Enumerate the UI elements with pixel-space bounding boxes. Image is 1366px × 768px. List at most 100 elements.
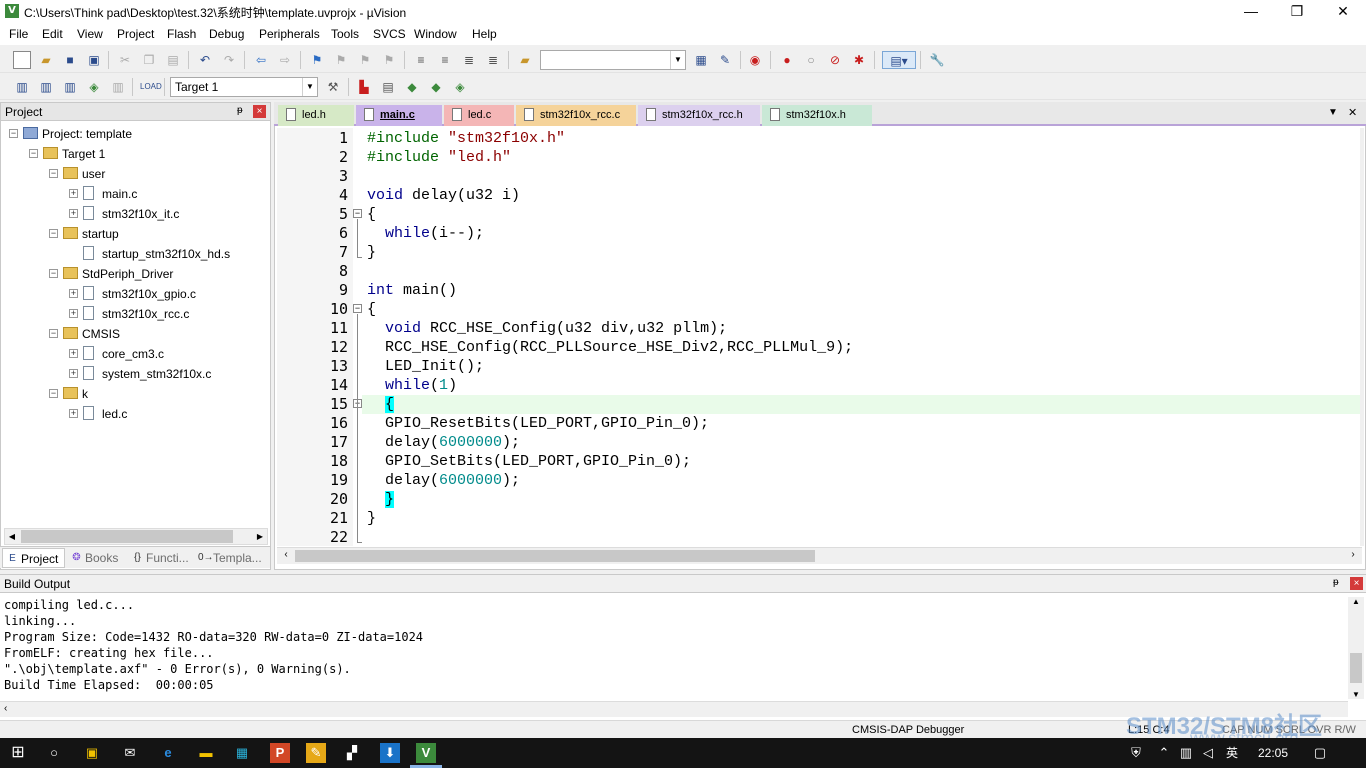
menu-project[interactable]: Project (117, 27, 154, 41)
pin-icon[interactable]: ᵽ (1333, 577, 1339, 588)
editor-tab[interactable]: led.c (444, 105, 514, 126)
tree-item[interactable]: + led.c (1, 404, 268, 424)
menu-tools[interactable]: Tools (331, 27, 359, 41)
cut-icon[interactable]: ✂ (116, 51, 134, 69)
new-file-icon[interactable] (13, 51, 31, 69)
target-select[interactable]: Target 1 ▼ (170, 77, 318, 97)
batch-build-icon[interactable]: ◈ (85, 78, 103, 96)
chevron-down-icon[interactable]: ▼ (670, 51, 685, 69)
save-icon[interactable]: ■ (61, 51, 79, 69)
tab-books[interactable]: ❂ Books (67, 548, 125, 568)
editor-horizontal-scrollbar[interactable]: ‹ › (277, 547, 1362, 564)
scroll-left-icon[interactable]: ‹ (4, 703, 7, 714)
configure-wrench-icon[interactable]: 🔧 (928, 51, 946, 69)
window-layout-icon[interactable]: ▤▾ (882, 51, 916, 69)
maximize-button[interactable]: ❐ (1274, 0, 1320, 23)
close-panel-icon[interactable]: × (1350, 577, 1363, 590)
find-combobox[interactable]: ▼ (540, 50, 686, 70)
menu-flash[interactable]: Flash (167, 27, 196, 41)
next-bookmark-icon[interactable]: ⚑ (356, 51, 374, 69)
build-vertical-scrollbar[interactable]: ▲ ▼ (1348, 597, 1364, 699)
tree-item[interactable]: + core_cm3.c (1, 344, 268, 364)
menu-help[interactable]: Help (472, 27, 497, 41)
project-horizontal-scrollbar[interactable]: ◀ ▶ (4, 528, 268, 545)
redo-icon[interactable]: ↷ (220, 51, 238, 69)
open-folder-icon[interactable]: ▰ (37, 51, 55, 69)
download-app-icon[interactable]: ⬇ (380, 743, 400, 763)
tab-list-icon[interactable]: ▼ (1328, 107, 1338, 118)
collapse-icon[interactable]: − (49, 169, 58, 178)
tree-item[interactable]: + stm32f10x_gpio.c (1, 284, 268, 304)
select-packs-icon[interactable]: ▤ (379, 78, 397, 96)
tab-templates[interactable]: 0→ Templa... (195, 548, 267, 568)
breakpoint-icon[interactable]: ● (778, 51, 796, 69)
expand-icon[interactable]: + (69, 189, 78, 198)
download-icon[interactable]: LOAD (140, 78, 162, 96)
tray-expand-icon[interactable]: ⌃ (1154, 743, 1174, 763)
enable-breakpoint-icon[interactable]: ○ (802, 51, 820, 69)
scroll-left-icon[interactable]: ‹ (279, 549, 293, 564)
scroll-left-icon[interactable]: ◀ (5, 529, 19, 544)
windows-start-icon[interactable]: ⊞ (8, 743, 28, 763)
tree-item[interactable]: − k (1, 384, 268, 404)
defender-icon[interactable]: ⛨ (1126, 743, 1146, 763)
expand-icon[interactable]: + (69, 369, 78, 378)
expand-icon[interactable]: + (69, 349, 78, 358)
tree-item[interactable]: + stm32f10x_it.c (1, 204, 268, 224)
collapse-icon[interactable]: − (29, 149, 38, 158)
powerpoint-icon[interactable]: P (270, 743, 290, 763)
fold-toggle-icon[interactable]: − (353, 304, 362, 313)
editor-tab[interactable]: main.c (356, 105, 442, 126)
collapse-icon[interactable]: − (49, 269, 58, 278)
pack-update-icon[interactable]: ◈ (451, 78, 469, 96)
tree-item[interactable]: + system_stm32f10x.c (1, 364, 268, 384)
media-icon[interactable]: ▞ (342, 743, 362, 763)
collapse-icon[interactable]: − (49, 229, 58, 238)
tree-item[interactable]: − startup (1, 224, 268, 244)
pin-icon[interactable]: ᵽ (237, 105, 243, 116)
scroll-down-icon[interactable]: ▼ (1348, 690, 1364, 699)
close-editor-icon[interactable]: ✕ (1348, 106, 1357, 119)
tab-functions[interactable]: {} Functi... (128, 548, 192, 568)
expand-icon[interactable]: + (69, 289, 78, 298)
notification-icon[interactable]: ▢ (1310, 743, 1330, 763)
file-explorer-icon[interactable]: ▬ (196, 743, 216, 763)
save-all-icon[interactable]: ▣ (85, 51, 103, 69)
minimize-button[interactable]: — (1228, 0, 1274, 23)
editor-tab[interactable]: stm32f10x_rcc.h (638, 105, 760, 126)
expand-icon[interactable]: + (69, 409, 78, 418)
comment-icon[interactable]: ≣ (460, 51, 478, 69)
pack-installer-icon[interactable]: ◆ (427, 78, 445, 96)
editor-tab[interactable]: stm32f10x.h (762, 105, 872, 126)
close-window-button[interactable]: ✕ (1320, 0, 1366, 23)
notes-app-icon[interactable]: ✎ (306, 743, 326, 763)
manage-run-time-icon[interactable]: ◆ (403, 78, 421, 96)
scroll-right-icon[interactable]: ▶ (253, 529, 267, 544)
mail-icon[interactable]: ✉ (120, 743, 140, 763)
scroll-up-icon[interactable]: ▲ (1348, 597, 1364, 606)
chevron-down-icon[interactable]: ▼ (302, 78, 317, 96)
menu-peripherals[interactable]: Peripherals (259, 27, 320, 41)
menu-debug[interactable]: Debug (209, 27, 244, 41)
undo-icon[interactable]: ↶ (196, 51, 214, 69)
unindent-icon[interactable]: ≡ (436, 51, 454, 69)
tree-item[interactable]: − Target 1 (1, 144, 268, 164)
nav-back-icon[interactable]: ⇦ (252, 51, 270, 69)
paste-icon[interactable]: ▤ (164, 51, 182, 69)
bookmark-icon[interactable]: ⚑ (308, 51, 326, 69)
expand-icon[interactable]: + (69, 309, 78, 318)
close-panel-icon[interactable]: × (253, 105, 266, 118)
find-in-files-icon[interactable]: ▰ (516, 51, 534, 69)
menu-file[interactable]: File (9, 27, 28, 41)
collapse-icon[interactable]: − (49, 329, 58, 338)
store-icon[interactable]: ▣ (82, 743, 102, 763)
indent-icon[interactable]: ≡ (412, 51, 430, 69)
target-options-icon[interactable]: ⚒ (324, 78, 342, 96)
network-icon[interactable]: ▥ (1176, 743, 1196, 763)
scroll-thumb[interactable] (1350, 653, 1362, 683)
ime-indicator[interactable]: 英 (1222, 743, 1242, 763)
kill-breakpoints-icon[interactable]: ✱ (850, 51, 868, 69)
menu-svcs[interactable]: SVCS (373, 27, 406, 41)
expand-icon[interactable]: + (69, 209, 78, 218)
scroll-thumb[interactable] (21, 530, 233, 543)
